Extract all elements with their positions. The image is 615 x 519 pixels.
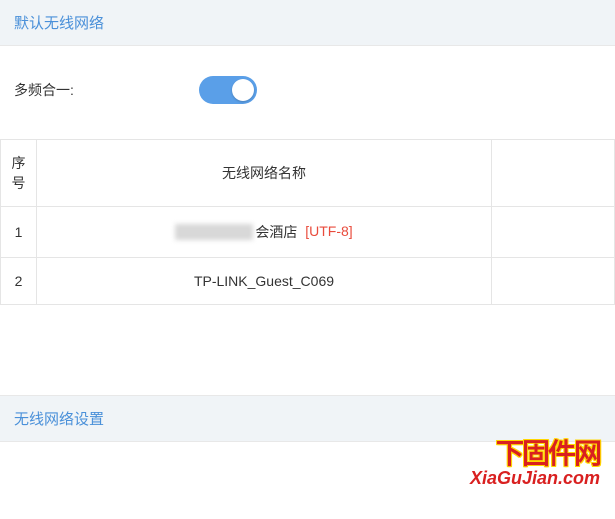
section-header-default-network: 默认无线网络	[0, 0, 615, 46]
multiband-row: 多频合一:	[0, 46, 615, 139]
col-header-name: 无线网络名称	[37, 140, 492, 207]
section-header-wireless-settings: 无线网络设置	[0, 395, 615, 442]
cell-name: TP-LINK_Guest_C069	[37, 258, 492, 305]
section-title: 无线网络设置	[14, 411, 104, 428]
section-title: 默认无线网络	[14, 15, 104, 32]
encoding-tag: [UTF-8]	[305, 223, 352, 239]
col-header-action	[492, 140, 615, 207]
multiband-toggle[interactable]	[199, 76, 257, 104]
multiband-label: 多频合一:	[14, 80, 199, 100]
col-header-index: 序号	[1, 140, 37, 207]
cell-name: 会酒店 [UTF-8]	[37, 207, 492, 258]
network-table: 序号 无线网络名称 1 会酒店 [UTF-8] 2 TP-LINK_Guest_…	[0, 139, 615, 305]
network-name-suffix: 会酒店	[255, 224, 297, 240]
cell-index: 2	[1, 258, 37, 305]
table-row: 1 会酒店 [UTF-8]	[1, 207, 615, 258]
spacer	[0, 305, 615, 395]
redacted-text	[175, 224, 253, 240]
watermark-domain: XiaGuJian.com	[470, 468, 600, 489]
cell-index: 1	[1, 207, 37, 258]
cell-action	[492, 258, 615, 305]
toggle-knob	[232, 79, 254, 101]
cell-action	[492, 207, 615, 258]
table-row: 2 TP-LINK_Guest_C069	[1, 258, 615, 305]
